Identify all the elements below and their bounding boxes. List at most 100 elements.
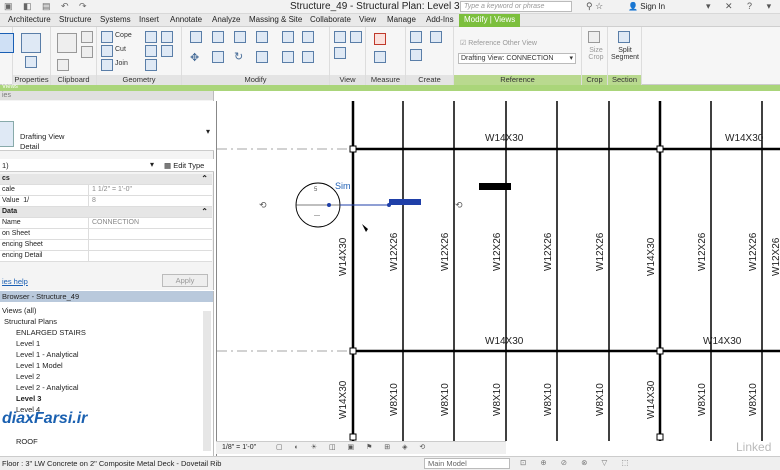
column-marker xyxy=(349,433,357,441)
modify-icon[interactable] xyxy=(0,33,14,53)
create-group-icon[interactable] xyxy=(430,31,442,43)
array-icon[interactable] xyxy=(282,51,294,63)
browser-item-views-all[interactable]: Views (all) xyxy=(2,306,36,315)
browser-item-level-1[interactable]: Level 1 xyxy=(16,339,40,348)
match-properties-icon[interactable] xyxy=(57,59,69,71)
split-face-icon[interactable] xyxy=(161,31,173,43)
browser-item-roof[interactable]: ROOF xyxy=(16,437,38,446)
move-icon[interactable]: ✥ xyxy=(190,51,199,64)
copy-icon[interactable] xyxy=(81,46,93,58)
search-input[interactable]: Type a keyword or phrase xyxy=(460,1,572,12)
demolish-icon[interactable] xyxy=(161,45,173,57)
browser-item-enlarged-stairs[interactable]: ENLARGED STAIRS xyxy=(16,328,86,337)
tab-collaborate[interactable]: Collaborate xyxy=(310,15,351,24)
trim-icon[interactable] xyxy=(302,31,314,43)
tab-manage[interactable]: Manage xyxy=(387,15,416,24)
label-w14x30-mid-right: W14X30 xyxy=(703,336,742,347)
cope-icon[interactable] xyxy=(101,31,113,43)
create-assembly-icon[interactable] xyxy=(410,49,422,61)
cut-icon[interactable] xyxy=(81,31,93,43)
browser-item-level-1-analytical[interactable]: Level 1 - Analytical xyxy=(16,350,79,359)
ribbon-group-properties: Properties xyxy=(13,27,51,85)
tab-architecture[interactable]: Architecture xyxy=(8,15,51,24)
browser-item-level-1-model[interactable]: Level 1 Model xyxy=(16,361,63,370)
tab-structure[interactable]: Structure xyxy=(59,15,91,24)
sign-in-link[interactable]: 👤 Sign In xyxy=(628,2,665,11)
tab-massing-site[interactable]: Massing & Site xyxy=(249,15,302,24)
mirror-axis-icon[interactable] xyxy=(234,31,246,43)
active-model-select[interactable]: Main Model xyxy=(424,458,510,469)
quick-access-toolbar[interactable]: ▣ ◧ ▤ ↶ ↷ xyxy=(4,1,91,12)
prop-row-title-on-sheet[interactable]: on Sheet xyxy=(0,229,212,240)
wall-joins-icon[interactable] xyxy=(145,31,157,43)
section-identity-data[interactable]: Data ⌃ xyxy=(0,207,212,218)
mirror-draw-icon[interactable] xyxy=(256,31,268,43)
tab-annotate[interactable]: Annotate xyxy=(170,15,202,24)
tab-insert[interactable]: Insert xyxy=(139,15,159,24)
label-girder-upper-left: W14X30 xyxy=(338,237,349,276)
paste-icon[interactable] xyxy=(57,33,77,53)
offset-icon[interactable] xyxy=(212,31,224,43)
tab-view[interactable]: View xyxy=(359,15,376,24)
paint-icon[interactable] xyxy=(145,45,157,57)
type-properties-icon[interactable] xyxy=(25,56,37,68)
prop-row-view-scale[interactable]: cale 1 1/2" = 1'-0" xyxy=(0,185,212,196)
tab-modify-views[interactable]: Modify | Views xyxy=(459,14,521,27)
hide-element-icon[interactable] xyxy=(334,31,346,43)
measure-icon[interactable] xyxy=(374,33,386,45)
browser-item-level-2-analytical[interactable]: Level 2 - Analytical xyxy=(16,383,79,392)
rotate-handle-left: ⟲ xyxy=(259,200,267,210)
split-icon[interactable] xyxy=(282,31,294,43)
prop-row-scale-value[interactable]: Value 1/8 xyxy=(0,196,212,207)
edit-type-icon: ▦ xyxy=(164,161,172,170)
copy-element-icon[interactable] xyxy=(212,51,224,63)
browser-item-structural-plans[interactable]: Structural Plans xyxy=(4,317,57,326)
drawing-canvas[interactable]: ⟲ ⟲ Sim 5 — W14X30 W14X30 W14X30 W14X30 … xyxy=(216,101,780,456)
tab-systems[interactable]: Systems xyxy=(100,15,131,24)
join-label[interactable]: Join xyxy=(115,60,128,67)
ribbon-panel: Properties Clipboard Cope Cut Join Geome… xyxy=(0,27,780,85)
drafting-view-select[interactable]: Drafting View: CONNECTION ▾ xyxy=(458,53,576,64)
cut-geometry-label[interactable]: Cut xyxy=(115,46,126,53)
browser-scrollbar[interactable] xyxy=(203,311,211,451)
label-beam-upper: W12X26 xyxy=(440,232,451,271)
properties-help-link[interactable]: ies help xyxy=(2,277,28,286)
scale-icon[interactable] xyxy=(302,51,314,63)
browser-item-level-2[interactable]: Level 2 xyxy=(16,372,40,381)
view-control-icons[interactable]: ▢ ◐ ☀ ◫ ▣ ⚑ ⊞ ◈ ⟲ xyxy=(276,443,430,451)
chevron-down-icon[interactable]: ▾ xyxy=(150,160,154,169)
user-icon: 👤 xyxy=(628,2,638,11)
join-roof-icon[interactable] xyxy=(145,59,157,71)
label-beam-upper: W12X26 xyxy=(543,232,554,271)
window-controls[interactable]: ▾ ✕ ? ▾ xyxy=(706,1,777,12)
cut-geometry-icon[interactable] xyxy=(101,45,113,57)
override-graphics-icon[interactable] xyxy=(350,31,362,43)
create-parts-icon[interactable] xyxy=(410,31,422,43)
linework-icon[interactable] xyxy=(334,47,346,59)
apply-button[interactable]: Apply xyxy=(162,274,208,287)
split-segment-icon[interactable] xyxy=(618,31,630,43)
properties-icon[interactable] xyxy=(21,33,41,53)
align-icon[interactable] xyxy=(190,31,202,43)
size-crop-icon[interactable] xyxy=(588,31,600,43)
reference-other-view-checkbox[interactable]: ☑ Reference Other View xyxy=(460,39,537,47)
type-selector[interactable]: Drafting View Detail ▾ xyxy=(0,101,214,151)
section-graphics[interactable]: cs ⌃ xyxy=(0,174,212,185)
prop-row-referencing-detail[interactable]: encing Detail xyxy=(0,251,212,262)
trim-extend-icon[interactable] xyxy=(256,51,268,63)
browser-item-level-3[interactable]: Level 3 xyxy=(16,394,41,403)
label-beam-lower: W8X10 xyxy=(389,383,400,416)
dimension-icon[interactable] xyxy=(374,51,386,63)
prop-row-referencing-sheet[interactable]: encing Sheet xyxy=(0,240,212,251)
help-icons[interactable]: ⚲ ☆ xyxy=(586,1,603,12)
edit-type-button[interactable]: ▦ Edit Type xyxy=(164,161,204,170)
view-scale[interactable]: 1/8" = 1'-0" xyxy=(222,444,256,451)
tab-analyze[interactable]: Analyze xyxy=(212,15,240,24)
rotate-icon[interactable]: ↻ xyxy=(234,50,243,63)
join-icon[interactable] xyxy=(101,59,113,71)
tab-add-ins[interactable]: Add-Ins xyxy=(426,15,454,24)
status-filter-icons[interactable]: ⊡ ⊕ ⊘ ⊗ ▽ ⬚ xyxy=(520,458,634,467)
cope-label[interactable]: Cope xyxy=(115,32,132,39)
chevron-down-icon[interactable]: ▾ xyxy=(206,127,210,136)
prop-row-view-name[interactable]: Name CONNECTION xyxy=(0,218,212,229)
